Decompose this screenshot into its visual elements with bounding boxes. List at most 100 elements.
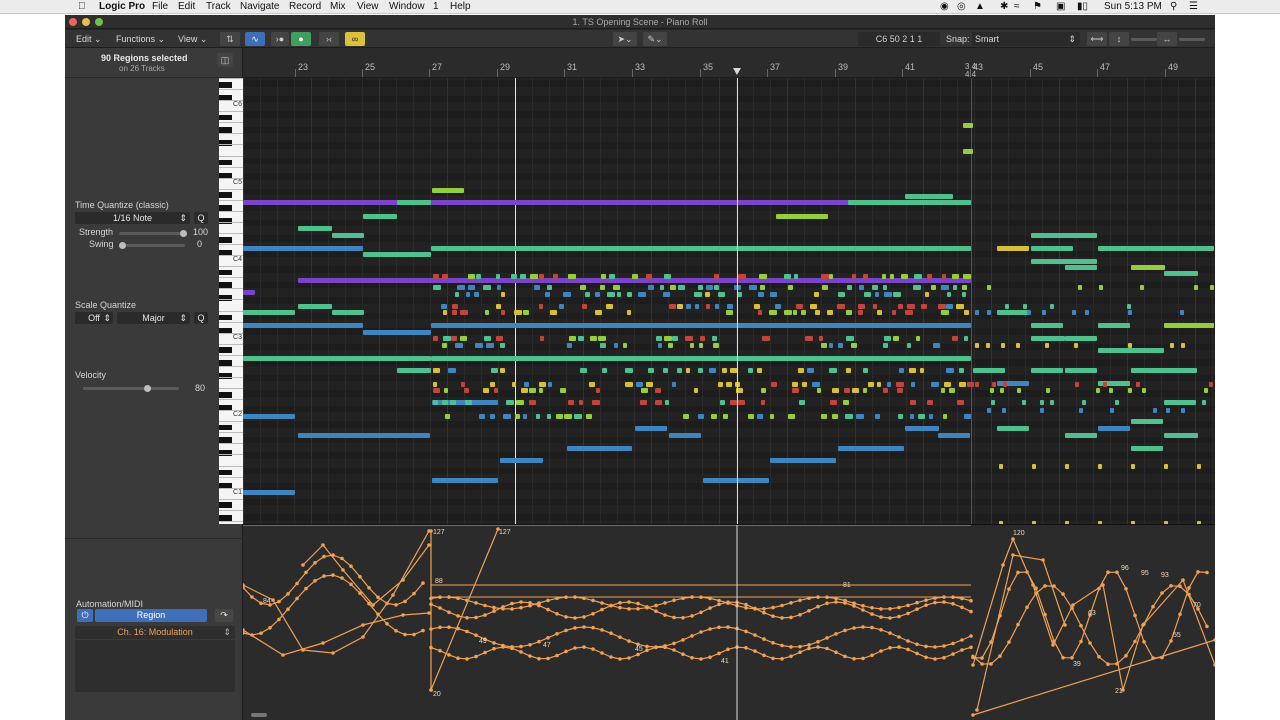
menu-window[interactable]: Window — [389, 1, 425, 13]
midi-note[interactable] — [973, 368, 1005, 373]
automation-point[interactable] — [681, 616, 685, 620]
automation-point[interactable] — [281, 653, 285, 657]
midi-note[interactable] — [749, 285, 757, 290]
midi-note[interactable] — [497, 285, 501, 290]
automation-point[interactable] — [1079, 623, 1083, 628]
automation-point[interactable] — [1141, 623, 1145, 627]
automation-point[interactable] — [591, 647, 595, 651]
midi-note[interactable] — [589, 382, 595, 387]
midi-note[interactable] — [788, 285, 793, 290]
automation-point[interactable] — [492, 605, 496, 610]
midi-note[interactable] — [715, 304, 719, 309]
midi-note[interactable] — [727, 304, 733, 309]
midi-note[interactable] — [705, 292, 710, 297]
midi-note[interactable] — [397, 368, 431, 373]
automation-curve-icon[interactable]: ↷ — [215, 609, 233, 622]
automation-point[interactable] — [924, 603, 928, 607]
midi-note[interactable] — [852, 274, 856, 279]
automation-point[interactable] — [537, 639, 541, 644]
automation-point[interactable] — [546, 607, 550, 612]
midi-note[interactable] — [827, 310, 833, 315]
automation-curve-n[interactable] — [976, 554, 1066, 711]
midi-note[interactable] — [433, 336, 438, 341]
midi-note[interactable] — [501, 310, 505, 315]
ruler-bar-25[interactable]: 25 — [365, 62, 375, 72]
midi-note[interactable] — [896, 382, 904, 387]
midi-note[interactable] — [1046, 388, 1050, 393]
bluetooth-icon[interactable]: ✱ — [1000, 1, 1008, 13]
midi-note[interactable] — [875, 292, 879, 297]
automation-point[interactable] — [1169, 584, 1173, 588]
automation-point[interactable] — [852, 601, 856, 605]
automation-point[interactable] — [340, 556, 344, 561]
automation-point[interactable] — [888, 631, 892, 635]
midi-note[interactable] — [975, 310, 979, 315]
midi-note[interactable] — [872, 285, 878, 290]
midi-note[interactable] — [699, 343, 703, 348]
automation-point[interactable] — [971, 663, 975, 667]
automation-point[interactable] — [1043, 584, 1047, 588]
midi-note[interactable] — [838, 292, 845, 297]
midi-note[interactable] — [672, 382, 676, 387]
automation-point[interactable] — [582, 625, 586, 629]
midi-note[interactable] — [946, 304, 953, 309]
midi-note[interactable] — [754, 304, 760, 309]
automation-point[interactable] — [672, 615, 676, 620]
automation-point[interactable] — [989, 662, 993, 666]
automation-point[interactable] — [636, 607, 640, 611]
automation-point[interactable] — [816, 604, 820, 609]
midi-note[interactable] — [1082, 400, 1086, 405]
midi-note[interactable] — [706, 304, 710, 309]
automation-point[interactable] — [789, 654, 793, 659]
automation-point[interactable] — [555, 653, 559, 658]
midi-note[interactable] — [927, 400, 933, 405]
automation-point[interactable] — [528, 603, 532, 608]
automation-point[interactable] — [600, 628, 604, 632]
midi-note[interactable] — [656, 336, 662, 341]
menu-file[interactable]: File — [152, 1, 168, 13]
midi-note[interactable] — [485, 310, 489, 315]
automation-point[interactable] — [897, 635, 901, 639]
automation-point[interactable] — [492, 609, 496, 613]
midi-note[interactable] — [938, 304, 946, 309]
midi-note[interactable] — [501, 292, 505, 297]
automation-mode-button[interactable]: Region — [95, 609, 207, 622]
midi-note[interactable] — [461, 382, 465, 387]
midi-note[interactable] — [757, 368, 762, 373]
midi-note[interactable] — [1197, 464, 1201, 469]
automation-point[interactable] — [744, 602, 748, 607]
midi-note[interactable] — [442, 400, 448, 405]
automation-point[interactable] — [897, 605, 901, 610]
automation-point[interactable] — [744, 606, 748, 610]
midi-note[interactable] — [1181, 343, 1185, 348]
midi-note[interactable] — [623, 343, 627, 348]
midi-note[interactable] — [606, 304, 613, 309]
midi-note[interactable] — [460, 336, 467, 341]
automation-point[interactable] — [933, 657, 937, 661]
midi-note[interactable] — [431, 246, 971, 251]
automation-point[interactable] — [331, 573, 335, 577]
fit-icon[interactable]: ⟷ — [1087, 32, 1107, 46]
automation-point[interactable] — [762, 610, 766, 615]
automation-point[interactable] — [609, 603, 613, 608]
black-key[interactable] — [219, 437, 232, 444]
midi-note[interactable] — [483, 285, 491, 290]
midi-note[interactable] — [1072, 310, 1076, 315]
automation-point[interactable] — [915, 642, 919, 647]
notification-center-icon[interactable]: ☰ — [1189, 1, 1198, 13]
automation-point[interactable] — [591, 625, 595, 630]
midi-note[interactable] — [635, 426, 667, 431]
midi-note[interactable] — [523, 310, 529, 315]
automation-lane[interactable]: 127 127 120 88 84 81 96 95 93 47 49 45 41 39 21 20 55 70 6… — [241, 524, 1215, 720]
midi-note[interactable] — [838, 446, 904, 451]
automation-point[interactable] — [663, 645, 667, 650]
edit-menu-button[interactable]: Edit ⌄ — [73, 32, 105, 46]
black-key[interactable] — [219, 82, 232, 88]
ruler-bar-41[interactable]: 41 — [905, 62, 915, 72]
midi-note[interactable] — [796, 304, 803, 309]
midi-note[interactable] — [714, 285, 719, 290]
midi-note[interactable] — [506, 400, 514, 405]
automation-point[interactable] — [726, 647, 730, 652]
midi-note[interactable] — [864, 292, 871, 297]
midi-note[interactable] — [695, 304, 699, 309]
